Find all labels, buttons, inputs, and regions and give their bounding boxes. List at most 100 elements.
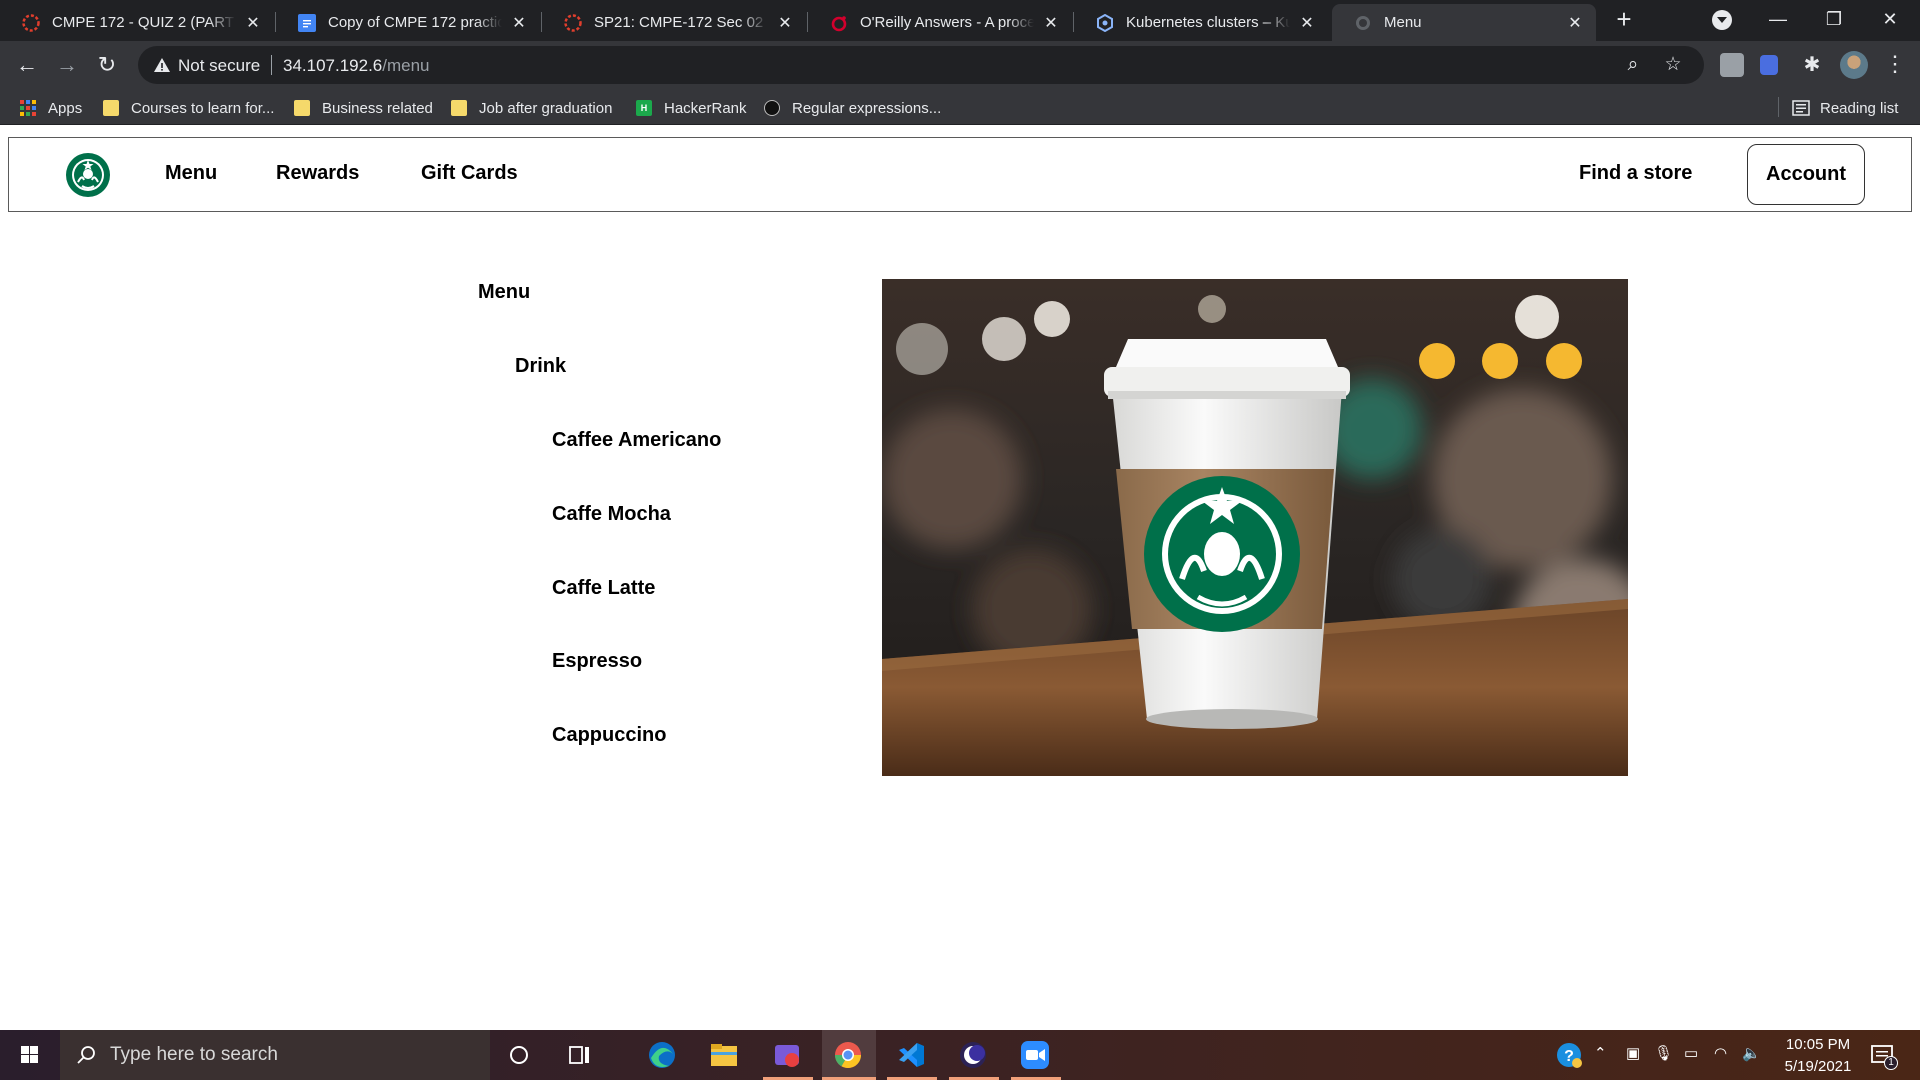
restore-icon[interactable]: ❐ [1806, 0, 1862, 41]
help-icon[interactable]: ? [1552, 1038, 1586, 1072]
cortana-icon[interactable] [502, 1038, 536, 1072]
tab-title: Copy of CMPE 172 practice [328, 14, 502, 31]
menu-item[interactable]: Caffe Latte [552, 577, 655, 600]
find-a-store-link[interactable]: Find a store [1579, 162, 1692, 185]
menu-item[interactable]: Cappuccino [552, 724, 666, 747]
bookmark-label: Regular expressions... [792, 99, 942, 117]
bookmark-hackerrank[interactable]: H HackerRank [636, 97, 747, 119]
taskbar-search-box[interactable]: Type here to search [60, 1030, 490, 1080]
bookmark-label: Job after graduation [479, 99, 613, 117]
forward-arrow-icon[interactable]: → [53, 51, 81, 79]
omnibox-divider [271, 55, 272, 75]
tab-title: Menu [1384, 14, 1422, 31]
zoom-icon[interactable]: ⌕ [1622, 54, 1644, 76]
folder-icon [451, 100, 467, 116]
windows-taskbar: Type here to search ? ⌃ ▣ 🎙 ▭ ◠ 🔈 10:05 … [0, 1030, 1920, 1080]
category-drink[interactable]: Drink [515, 355, 566, 378]
snip-sketch-icon[interactable] [770, 1038, 804, 1072]
url-host: 34.107.192.6 [283, 56, 383, 75]
browser-tab[interactable]: Copy of CMPE 172 practice ✕ [276, 4, 540, 41]
search-icon [77, 1046, 95, 1064]
clock-time: 10:05 PM [1785, 1036, 1851, 1053]
menu-item[interactable]: Caffe Mocha [552, 503, 671, 526]
bookmark-regex[interactable]: Regular expressions... [764, 97, 941, 119]
hackerrank-icon: H [636, 100, 652, 116]
browser-tab[interactable]: Kubernetes clusters – Kuber ✕ [1074, 4, 1328, 41]
close-tab-icon[interactable]: ✕ [776, 13, 794, 33]
file-explorer-icon[interactable] [707, 1038, 741, 1072]
bookmark-folder[interactable]: Business related [294, 97, 433, 119]
vscode-icon[interactable] [894, 1038, 928, 1072]
bookmark-label: Apps [48, 99, 83, 117]
google-docs-icon [298, 13, 316, 32]
starbucks-logo-icon[interactable] [65, 152, 111, 198]
browser-tab[interactable]: CMPE 172 - QUIZ 2 (PART 1... ✕ [0, 4, 274, 41]
bookmark-label: HackerRank [664, 99, 747, 117]
close-tab-icon[interactable]: ✕ [510, 13, 528, 33]
browser-tab[interactable]: SP21: CMPE-172 Sec 02 - En ✕ [542, 4, 806, 41]
edge-icon[interactable] [645, 1038, 679, 1072]
security-status[interactable]: Not secure [178, 56, 260, 76]
browser-toolbar: ← → ↻ Not secure 34.107.192.6/menu ⌕ ☆ ✱… [0, 41, 1920, 89]
menu-item[interactable]: Espresso [552, 650, 642, 673]
windows-start-icon[interactable] [0, 1030, 60, 1080]
close-tab-icon[interactable]: ✕ [1298, 13, 1316, 33]
reload-icon[interactable]: ↻ [93, 51, 121, 79]
battery-icon[interactable]: ▭ [1684, 1044, 1698, 1062]
system-clock[interactable]: 10:05 PM 5/19/2021 [1768, 1034, 1868, 1078]
clock-date: 5/19/2021 [1784, 1058, 1852, 1075]
show-hidden-icons[interactable]: ⌃ [1594, 1044, 1607, 1062]
browser-tab-strip: CMPE 172 - QUIZ 2 (PART 1... ✕ Copy of C… [0, 0, 1920, 41]
reading-list-icon [1792, 100, 1810, 116]
url-text[interactable]: 34.107.192.6/menu [283, 56, 430, 76]
close-tab-icon[interactable]: ✕ [1566, 13, 1584, 33]
browser-tab-active[interactable]: Menu ✕ [1332, 4, 1596, 41]
bookmark-star-icon[interactable]: ☆ [1662, 54, 1684, 76]
profile-avatar[interactable] [1840, 51, 1868, 79]
gke-icon [1096, 13, 1114, 32]
puzzle-extensions-icon[interactable]: ✱ [1798, 51, 1826, 79]
notification-center-icon[interactable]: 1 [1866, 1038, 1900, 1072]
zoom-app-icon[interactable] [1018, 1038, 1052, 1072]
nav-menu-link[interactable]: Menu [165, 162, 217, 185]
github-icon [764, 100, 780, 116]
bookmarks-bar: Apps Courses to learn for... Business re… [0, 89, 1920, 125]
task-view-icon[interactable] [563, 1038, 597, 1072]
app-active-highlight [822, 1030, 876, 1080]
volume-icon[interactable]: 🔈 [1742, 1044, 1761, 1062]
bookmark-label: Courses to learn for... [131, 99, 275, 117]
eclipse-icon[interactable] [956, 1038, 990, 1072]
bookmark-folder[interactable]: Job after graduation [451, 97, 612, 119]
bookmark-folder[interactable]: Courses to learn for... [103, 97, 274, 119]
minimize-icon[interactable]: — [1750, 0, 1806, 41]
wifi-icon[interactable]: ◠ [1714, 1044, 1727, 1062]
meet-now-icon[interactable]: ▣ [1626, 1044, 1640, 1062]
address-bar[interactable]: Not secure 34.107.192.6/menu ⌕ ☆ [138, 46, 1704, 84]
close-window-icon[interactable]: ✕ [1862, 0, 1918, 41]
notification-count: 1 [1884, 1056, 1898, 1070]
url-path: /menu [382, 56, 430, 75]
close-tab-icon[interactable]: ✕ [244, 13, 262, 33]
search-placeholder: Type here to search [110, 1044, 278, 1065]
reading-list-button[interactable]: Reading list [1792, 97, 1898, 119]
bookmarks-divider [1778, 97, 1779, 117]
microphone-icon[interactable]: 🎙 [1654, 1044, 1673, 1062]
new-tab-button[interactable]: + [1610, 6, 1638, 34]
oreilly-icon [830, 14, 848, 32]
menu-item[interactable]: Caffee Americano [552, 429, 721, 452]
docs-extension-icon[interactable] [1760, 55, 1778, 75]
back-arrow-icon[interactable]: ← [13, 51, 41, 79]
nav-rewards-link[interactable]: Rewards [276, 162, 359, 185]
extension-icon[interactable] [1720, 53, 1744, 77]
browser-menu-icon[interactable]: ⋮ [1884, 51, 1906, 79]
tab-title: CMPE 172 - QUIZ 2 (PART 1... [52, 14, 236, 31]
warning-triangle-icon[interactable] [152, 55, 172, 75]
nav-gift-cards-link[interactable]: Gift Cards [421, 162, 518, 185]
tab-search-icon[interactable] [1712, 10, 1732, 30]
account-button[interactable]: Account [1747, 144, 1865, 205]
tab-title: O'Reilly Answers - A process [860, 14, 1034, 31]
site-header: Menu Rewards Gift Cards Find a store Acc… [8, 137, 1912, 212]
close-tab-icon[interactable]: ✕ [1042, 13, 1060, 33]
browser-tab[interactable]: O'Reilly Answers - A process ✕ [808, 4, 1072, 41]
bookmark-apps[interactable]: Apps [20, 97, 82, 119]
